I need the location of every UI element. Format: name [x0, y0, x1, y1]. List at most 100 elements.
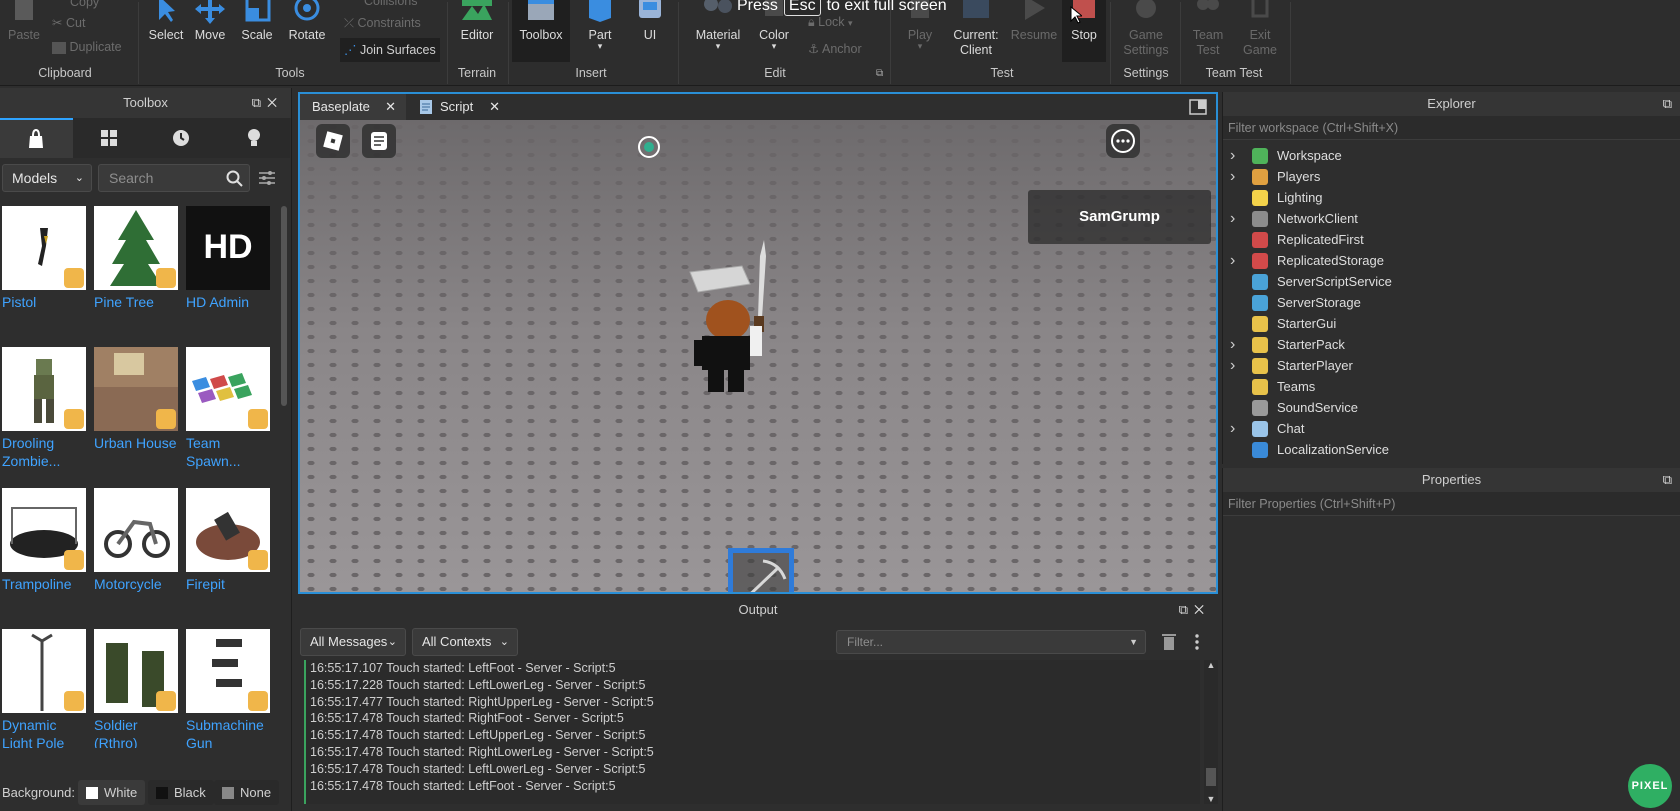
roblox-menu-button[interactable]: [316, 124, 350, 158]
explorer-item-localizationservice[interactable]: LocalizationService: [1223, 439, 1680, 460]
model-item[interactable]: Drooling Zombie...: [2, 347, 88, 470]
rotate-button[interactable]: Rotate: [284, 0, 330, 42]
anchor-button[interactable]: ⚓︎ Anchor: [808, 41, 862, 56]
explorer-item-replicatedfirst[interactable]: ReplicatedFirst: [1223, 229, 1680, 250]
constraints-toggle[interactable]: ⤫ Constraints: [344, 16, 421, 31]
move-button[interactable]: Move: [190, 0, 230, 42]
more-options-button[interactable]: [1106, 124, 1140, 158]
filter-settings-icon[interactable]: [258, 170, 276, 186]
model-item[interactable]: Urban House: [94, 347, 180, 452]
exit-game-button[interactable]: Exit Game: [1238, 0, 1282, 58]
current-client-button[interactable]: Current: Client: [946, 0, 1006, 58]
close-icon[interactable]: ✕: [489, 94, 500, 120]
lock-button[interactable]: 🔒︎ Lock ▾: [808, 15, 853, 30]
join-surfaces-toggle[interactable]: ⋰ Join Surfaces: [340, 38, 440, 62]
explorer-item-chat[interactable]: › Chat: [1223, 418, 1680, 439]
background-white-option[interactable]: White: [78, 780, 146, 805]
scale-button[interactable]: Scale: [236, 0, 278, 42]
expand-edit-icon[interactable]: ⧉: [876, 68, 883, 79]
model-item[interactable]: Trampoline: [2, 488, 88, 593]
baseplate-floor[interactable]: SamGrump: [300, 120, 1216, 592]
model-item[interactable]: Pistol: [2, 206, 88, 311]
scroll-down-icon[interactable]: ▼: [1204, 794, 1218, 804]
undock-icon[interactable]: ⧉: [1179, 602, 1194, 617]
toolbox-search-input[interactable]: Search: [98, 164, 250, 192]
undock-icon[interactable]: ⧉: [1663, 468, 1672, 492]
close-icon[interactable]: ✕: [385, 94, 396, 120]
search-icon[interactable]: [226, 170, 243, 187]
model-item[interactable]: Motorcycle: [94, 488, 180, 593]
tab-creations[interactable]: [218, 118, 291, 158]
output-scrollbar[interactable]: ▲ ▼: [1204, 660, 1218, 804]
ui-button[interactable]: UI: [630, 0, 670, 42]
explorer-item-teams[interactable]: Teams: [1223, 376, 1680, 397]
model-item[interactable]: Dynamic Light Pole: [2, 629, 88, 748]
explorer-item-replicatedstorage[interactable]: › ReplicatedStorage: [1223, 250, 1680, 271]
paste-button[interactable]: Paste: [6, 0, 42, 42]
output-log[interactable]: 16:55:17.107 Touch started: LeftFoot - S…: [304, 660, 1218, 804]
tab-baseplate[interactable]: Baseplate ✕: [300, 94, 406, 120]
explorer-item-starterpack[interactable]: › StarterPack: [1223, 334, 1680, 355]
expand-chevron-icon[interactable]: ›: [1230, 418, 1235, 439]
resume-button[interactable]: Resume: [1008, 0, 1060, 42]
close-icon[interactable]: ✕: [1194, 602, 1210, 617]
category-dropdown[interactable]: Models ⌄: [2, 164, 92, 192]
trash-icon[interactable]: [1160, 632, 1178, 652]
model-item[interactable]: Team Spawn...: [186, 347, 272, 470]
team-test-button[interactable]: Team Test: [1186, 0, 1230, 58]
part-button[interactable]: Part ▾: [580, 0, 620, 51]
tab-recent[interactable]: [145, 118, 218, 158]
expand-chevron-icon[interactable]: ›: [1230, 355, 1235, 376]
expand-chevron-icon[interactable]: ›: [1230, 208, 1235, 229]
expand-chevron-icon[interactable]: ›: [1230, 250, 1235, 271]
model-item[interactable]: HD HD Admin: [186, 206, 272, 311]
explorer-item-serverstorage[interactable]: ServerStorage: [1223, 292, 1680, 313]
expand-chevron-icon[interactable]: ›: [1230, 166, 1235, 187]
toolbox-button[interactable]: Toolbox: [512, 0, 570, 62]
background-black-option[interactable]: Black: [148, 780, 214, 805]
cut-button[interactable]: ✂ Cut: [52, 15, 85, 30]
model-item[interactable]: Firepit: [186, 488, 272, 593]
select-button[interactable]: Select: [146, 0, 186, 42]
explorer-item-lighting[interactable]: Lighting: [1223, 187, 1680, 208]
output-filter-input[interactable]: Filter... ▼: [836, 630, 1146, 654]
model-item[interactable]: Soldier (Rthro): [94, 629, 180, 748]
undock-icon[interactable]: ⧉: [1663, 92, 1672, 116]
game-viewport[interactable]: Baseplate ✕ Script ✕ SamGrump: [298, 92, 1218, 594]
more-vertical-icon[interactable]: [1192, 632, 1202, 652]
stop-button[interactable]: Stop: [1062, 0, 1106, 62]
contexts-filter-dropdown[interactable]: All Contexts ⌄: [412, 628, 518, 656]
explorer-item-soundservice[interactable]: SoundService: [1223, 397, 1680, 418]
tab-marketplace[interactable]: [0, 118, 73, 158]
terrain-editor-button[interactable]: Editor: [452, 0, 502, 42]
explorer-item-workspace[interactable]: › Workspace: [1223, 145, 1680, 166]
collisions-toggle[interactable]: Collisions: [344, 0, 418, 8]
explorer-item-networkclient[interactable]: › NetworkClient: [1223, 208, 1680, 229]
background-none-option[interactable]: None: [214, 780, 280, 805]
copy-button[interactable]: Copy: [52, 0, 99, 9]
scroll-thumb[interactable]: [1206, 768, 1216, 786]
explorer-filter-input[interactable]: Filter workspace (Ctrl+Shift+X): [1223, 116, 1680, 140]
layout-toggle-icon[interactable]: [1188, 98, 1208, 116]
properties-filter-input[interactable]: Filter Properties (Ctrl+Shift+P): [1223, 492, 1680, 516]
messages-filter-dropdown[interactable]: All Messages ⌄: [300, 628, 406, 656]
close-icon[interactable]: ✕: [267, 95, 283, 110]
model-item[interactable]: Submachine Gun: [186, 629, 272, 748]
undock-icon[interactable]: ⧉: [252, 95, 267, 110]
tab-inventory[interactable]: [73, 118, 146, 158]
chat-button[interactable]: [362, 124, 396, 158]
scroll-up-icon[interactable]: ▲: [1204, 660, 1218, 670]
expand-chevron-icon[interactable]: ›: [1230, 145, 1235, 166]
hotbar-slot-pickaxe[interactable]: [728, 548, 794, 592]
player-list[interactable]: SamGrump: [1028, 190, 1211, 244]
game-settings-button[interactable]: Game Settings: [1118, 0, 1174, 58]
explorer-item-starterplayer[interactable]: › StarterPlayer: [1223, 355, 1680, 376]
explorer-item-serverscriptservice[interactable]: ServerScriptService: [1223, 271, 1680, 292]
toolbox-scrollbar[interactable]: [281, 206, 287, 406]
model-item[interactable]: Pine Tree: [94, 206, 180, 311]
tab-script[interactable]: Script ✕: [408, 94, 508, 120]
explorer-item-players[interactable]: › Players: [1223, 166, 1680, 187]
explorer-item-startergui[interactable]: StarterGui: [1223, 313, 1680, 334]
duplicate-button[interactable]: Duplicate: [52, 40, 122, 54]
expand-chevron-icon[interactable]: ›: [1230, 334, 1235, 355]
